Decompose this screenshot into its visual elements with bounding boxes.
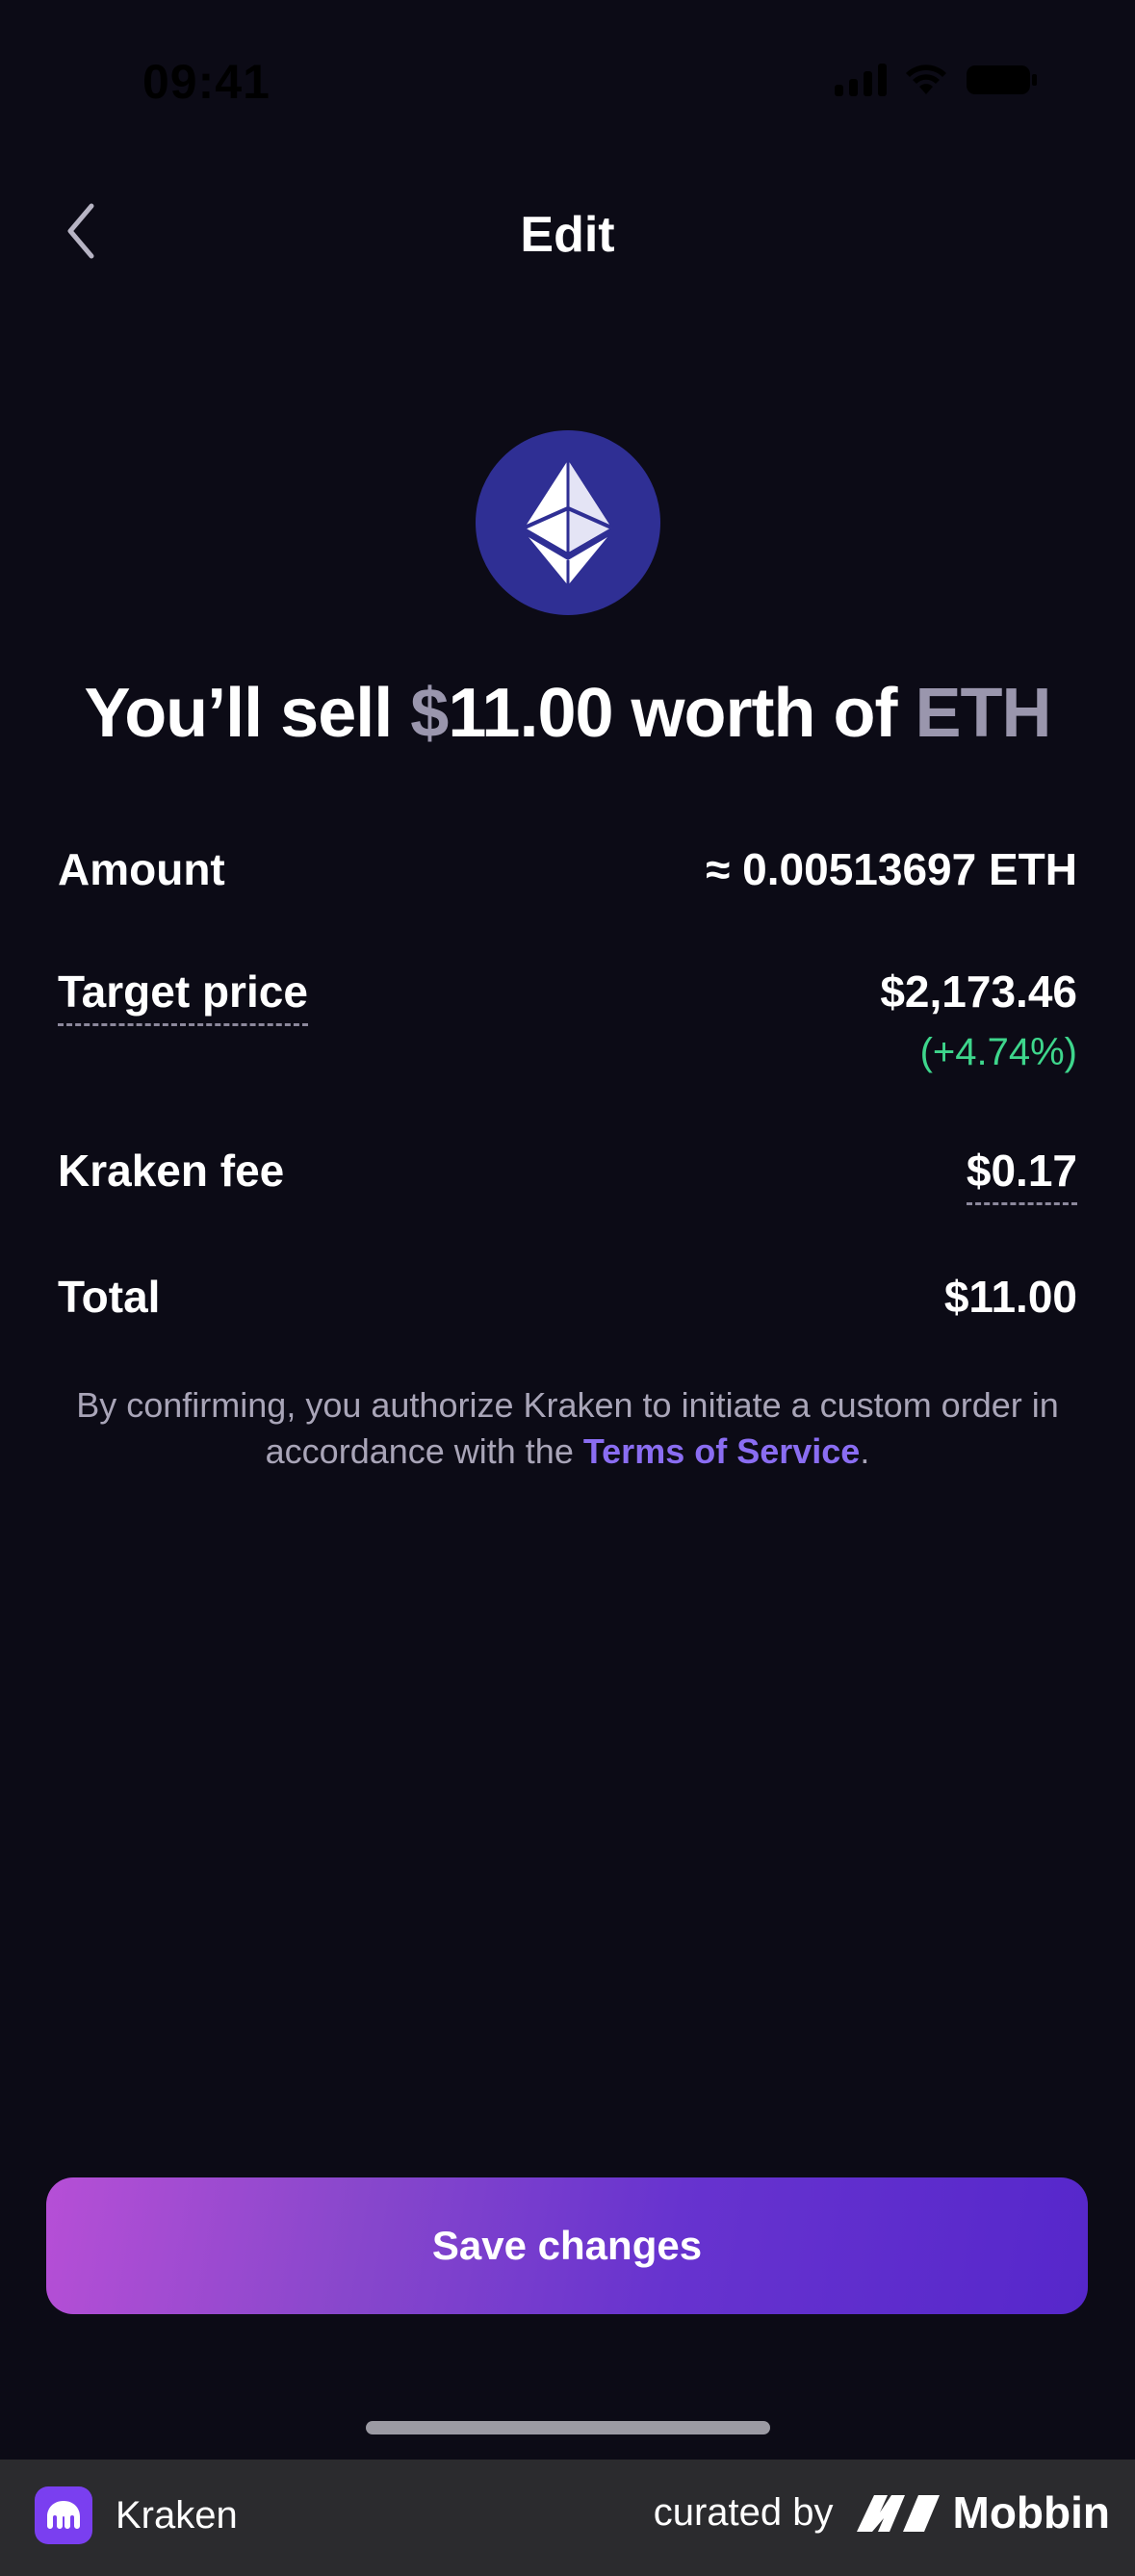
status-time: 09:41 [142, 55, 271, 109]
footer-credit: curated by Mobbin [654, 2486, 1110, 2538]
headline-currency: $ [410, 675, 449, 752]
headline-prefix: You’ll sell [84, 675, 411, 752]
wifi-icon [906, 64, 946, 94]
fee-value[interactable]: $0.17 [966, 1145, 1077, 1205]
kraken-logo-icon [35, 2486, 92, 2544]
page-title: Edit [520, 207, 615, 263]
kraken-glyph-icon [47, 2501, 80, 2529]
total-row: Total $11.00 [58, 1271, 1077, 1323]
home-indicator [366, 2421, 770, 2434]
mobbin-brand: Mobbin [855, 2486, 1111, 2538]
save-changes-button[interactable]: Save changes [46, 2177, 1088, 2314]
status-icons [835, 64, 1039, 96]
disclaimer-text: By confirming, you authorize Kraken to i… [76, 1385, 1059, 1471]
total-label: Total [58, 1272, 161, 1322]
ethereum-logo [476, 430, 660, 615]
mobbin-brand-name: Mobbin [952, 2487, 1111, 2537]
header: Edit [0, 183, 1135, 279]
headline-amount: 11.00 [448, 675, 613, 752]
headline-middle: worth of [612, 675, 916, 752]
status-bar: 09:41 [0, 0, 1135, 164]
total-value: $11.00 [943, 1272, 1077, 1322]
amount-value: ≈ 0.00513697 ETH [706, 844, 1077, 894]
target-price-label[interactable]: Target price [58, 966, 308, 1026]
disclaimer: By confirming, you authorize Kraken to i… [58, 1382, 1077, 1475]
target-price-value: $2,173.46 [880, 966, 1077, 1017]
disclaimer-suffix: . [860, 1431, 870, 1471]
cellular-signal-icon [835, 64, 887, 96]
footer-bar: Kraken curated by Mobbin [0, 2460, 1135, 2576]
curated-by-label: curated by [653, 2490, 834, 2534]
battery-icon [967, 65, 1037, 94]
footer-app-name: Kraken [116, 2493, 238, 2537]
headline: You’ll sell $11.00 worth of ETH [0, 674, 1135, 753]
terms-of-service-link[interactable]: Terms of Service [583, 1431, 860, 1471]
ethereum-icon [525, 460, 611, 585]
fee-row: Kraken fee $0.17 [58, 1145, 1077, 1205]
target-price-row: Target price $2,173.46 (+4.74%) [58, 966, 1077, 1074]
target-price-values: $2,173.46 (+4.74%) [880, 966, 1077, 1074]
target-price-change: (+4.74%) [919, 1031, 1077, 1073]
amount-row: Amount ≈ 0.00513697 ETH [58, 843, 1077, 895]
amount-label: Amount [58, 844, 225, 894]
footer-app: Kraken [35, 2486, 238, 2544]
mobbin-logo-icon [856, 2495, 940, 2532]
fee-label: Kraken fee [58, 1146, 285, 1196]
headline-asset: ETH [915, 675, 1051, 752]
